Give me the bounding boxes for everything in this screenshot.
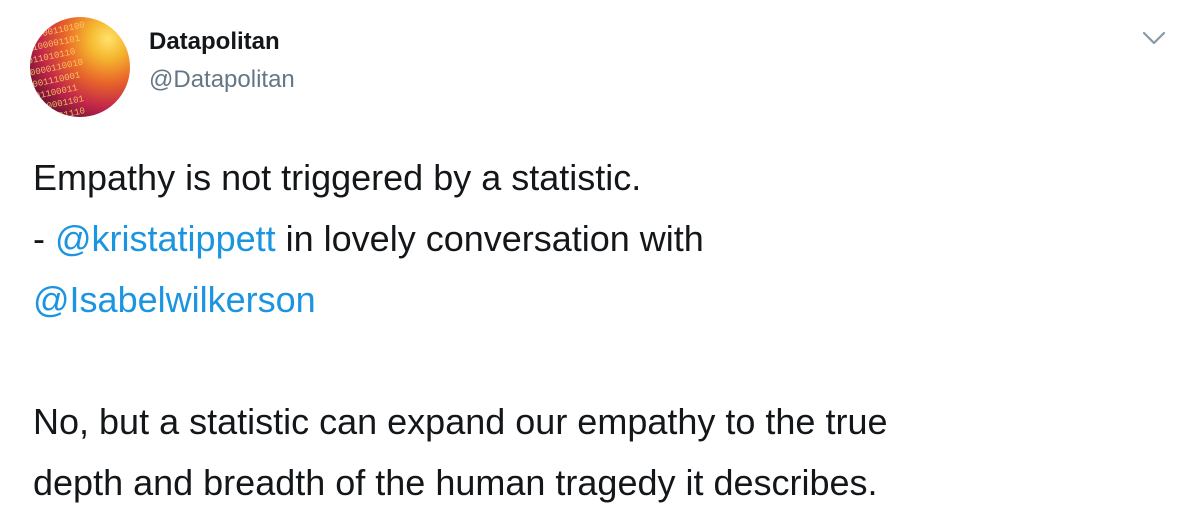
tweet-line: @Isabelwilkerson bbox=[33, 269, 1163, 330]
mention-link[interactable]: @Isabelwilkerson bbox=[33, 279, 316, 320]
tweet-menu-button[interactable] bbox=[1141, 29, 1167, 47]
chevron-down-icon bbox=[1142, 31, 1166, 45]
tweet-line: No, but a statistic can expand our empat… bbox=[33, 401, 888, 442]
user-handle[interactable]: @Datapolitan bbox=[149, 66, 295, 94]
avatar[interactable]: 01000110100 0100001101 011010110 0000110… bbox=[30, 17, 130, 117]
binary-code-avatar: 01000110100 0100001101 011010110 0000110… bbox=[30, 20, 86, 117]
tweet-line-break bbox=[33, 330, 1163, 391]
tweet-text-fragment: in lovely conversation with bbox=[275, 218, 704, 259]
tweet-text-fragment: - bbox=[33, 218, 55, 259]
tweet-text: Empathy is not triggered by a statistic.… bbox=[33, 147, 1163, 513]
mention-link[interactable]: @kristatippett bbox=[55, 218, 276, 259]
display-name[interactable]: Datapolitan bbox=[149, 28, 280, 56]
tweet-line: depth and breadth of the human tragedy i… bbox=[33, 462, 878, 503]
tweet-line: Empathy is not triggered by a statistic. bbox=[33, 157, 642, 198]
tweet-card: 01000110100 0100001101 011010110 0000110… bbox=[0, 0, 1190, 508]
tweet-line: - @kristatippett in lovely conversation … bbox=[33, 208, 1163, 269]
